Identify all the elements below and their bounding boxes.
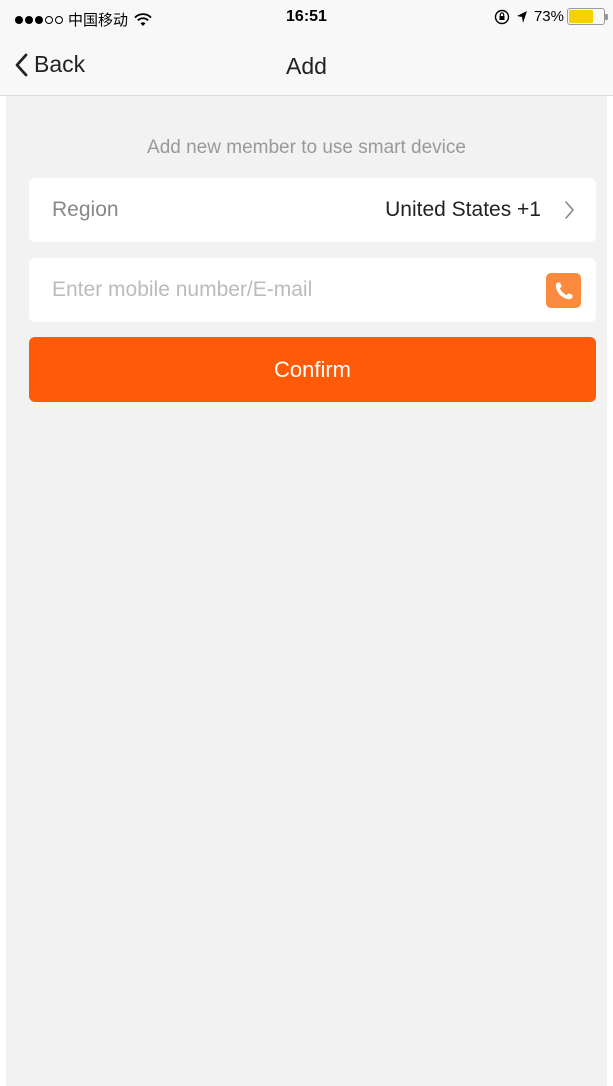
mobile-email-input[interactable] xyxy=(52,270,522,310)
navigation-bar: Back Add xyxy=(0,38,613,96)
back-label: Back xyxy=(34,51,86,77)
back-button[interactable]: Back xyxy=(14,51,85,78)
battery-percent: 73% xyxy=(533,8,564,25)
chevron-left-icon xyxy=(15,53,28,76)
battery-icon xyxy=(567,8,608,25)
chevron-right-icon xyxy=(565,201,574,219)
right-edge xyxy=(607,96,613,1086)
battery-level xyxy=(569,10,594,23)
add-member-screen: 中国移动 16:51 73% Back Add Add new member t… xyxy=(0,0,613,1086)
region-label: Region xyxy=(52,198,119,221)
confirm-button[interactable]: Confirm xyxy=(29,337,596,402)
phone-icon xyxy=(555,282,572,299)
region-selector[interactable]: Region United States +1 xyxy=(29,178,596,242)
status-bar: 中国移动 16:51 73% xyxy=(0,0,613,38)
orientation-lock-icon xyxy=(494,9,510,24)
page-title: Add xyxy=(286,53,327,79)
mobile-email-row xyxy=(29,258,596,322)
region-value: United States +1 xyxy=(385,198,541,221)
page-subtitle: Add new member to use smart device xyxy=(147,137,466,158)
location-arrow-icon xyxy=(516,10,527,23)
status-right: 73% xyxy=(494,8,608,25)
left-edge xyxy=(0,96,6,1086)
contacts-button[interactable] xyxy=(546,273,581,308)
